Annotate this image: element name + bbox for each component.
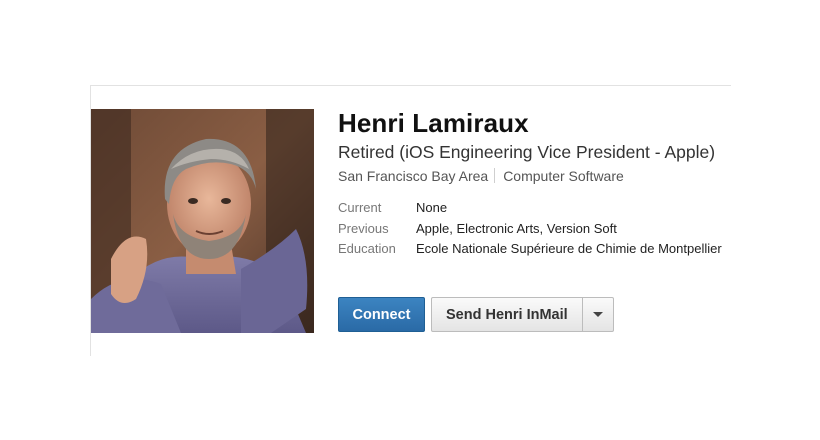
profile-location[interactable]: San Francisco Bay Area (338, 168, 488, 184)
connect-button[interactable]: Connect (338, 297, 425, 332)
detail-row-previous: Previous Apple, Electronic Arts, Version… (338, 219, 728, 240)
detail-value: None (416, 200, 448, 215)
profile-details: Current None Previous Apple, Electronic … (338, 198, 728, 260)
detail-row-education: Education Ecole Nationale Supérieure de … (338, 239, 728, 260)
chevron-down-icon (592, 312, 603, 317)
profile-industry[interactable]: Computer Software (503, 168, 624, 184)
send-inmail-button[interactable]: Send Henri InMail (431, 297, 583, 332)
more-actions-button[interactable] (582, 297, 614, 332)
detail-label: Education (338, 241, 396, 256)
meta-divider (494, 168, 496, 183)
profile-name: Henri Lamiraux (338, 108, 529, 138)
profile-meta: San Francisco Bay Area Computer Software (338, 166, 728, 186)
profile-actions: Connect Send Henri InMail (338, 297, 614, 332)
detail-value[interactable]: Ecole Nationale Supérieure de Chimie de … (416, 239, 722, 260)
detail-row-current: Current None (338, 198, 728, 219)
detail-label: Current (338, 200, 382, 215)
profile-info: Henri Lamiraux Retired (iOS Engineering … (338, 107, 728, 260)
profile-headline: Retired (iOS Engineering Vice President … (338, 142, 716, 162)
detail-value[interactable]: Apple, Electronic Arts, Version Soft (416, 219, 617, 240)
profile-photo[interactable] (91, 109, 314, 333)
detail-label: Previous (338, 220, 389, 236)
profile-photo-image (91, 109, 314, 333)
